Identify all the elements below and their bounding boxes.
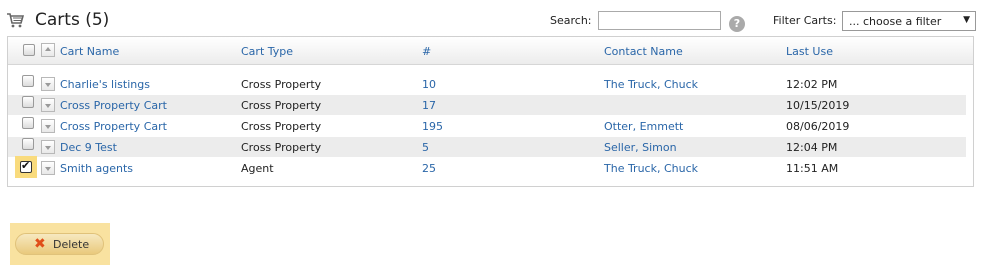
cart-count-link[interactable]: 10: [422, 78, 436, 91]
cart-type: Cross Property: [241, 78, 322, 91]
row-checkbox[interactable]: [20, 159, 32, 173]
cart-count-link[interactable]: 25: [422, 162, 436, 175]
cart-icon: [7, 13, 24, 28]
row-menu-button[interactable]: [41, 77, 55, 91]
cart-type: Cross Property: [241, 99, 322, 112]
table-row: Cross Property Cart Cross Property 17 10…: [8, 95, 966, 115]
contact-name-link[interactable]: Seller, Simon: [604, 141, 677, 154]
last-use: 08/06/2019: [786, 120, 850, 133]
delete-button[interactable]: ✖ Delete: [15, 233, 104, 255]
delete-highlight: ✖ Delete: [10, 223, 110, 265]
select-all-checkbox[interactable]: [23, 44, 35, 56]
table-row: Smith agents Agent 25 The Truck, Chuck 1…: [8, 156, 966, 178]
contact-name-link[interactable]: The Truck, Chuck: [604, 78, 698, 91]
cart-name-link[interactable]: Dec 9 Test: [60, 141, 117, 154]
row-menu-button[interactable]: [41, 161, 55, 175]
cart-name-link[interactable]: Smith agents: [60, 162, 133, 175]
table-row: Dec 9 Test Cross Property 5 Seller, Simo…: [8, 137, 966, 157]
row-menu-button[interactable]: [41, 98, 55, 112]
cart-name-link[interactable]: Cross Property Cart: [60, 99, 167, 112]
sort-toggle-button[interactable]: [41, 43, 55, 57]
toolbar: Carts (5) Search: ? Filter Carts: ... ch…: [0, 0, 993, 36]
last-use: 10/15/2019: [786, 99, 850, 112]
cart-type: Cross Property: [241, 141, 322, 154]
help-icon[interactable]: ?: [729, 16, 745, 32]
column-header-last-use[interactable]: Last Use: [786, 45, 833, 58]
cart-type: Agent: [241, 162, 274, 175]
table-header: Cart Name Cart Type # Contact Name Last …: [8, 37, 973, 65]
chevron-down-icon: ▼: [963, 15, 970, 25]
column-header-count[interactable]: #: [422, 45, 431, 58]
search-input[interactable]: [598, 11, 721, 30]
cart-count-link[interactable]: 195: [422, 120, 443, 133]
contact-name-link[interactable]: Otter, Emmett: [604, 120, 683, 133]
page-title: Carts (5): [35, 10, 110, 30]
close-icon: ✖: [34, 236, 46, 252]
filter-label: Filter Carts:: [773, 14, 837, 27]
row-menu-button[interactable]: [41, 140, 55, 154]
cart-count-link[interactable]: 5: [422, 141, 429, 154]
column-header-cart-type[interactable]: Cart Type: [241, 45, 293, 58]
search-label: Search:: [550, 14, 592, 27]
contact-name-link[interactable]: The Truck, Chuck: [604, 162, 698, 175]
last-use: 12:04 PM: [786, 141, 838, 154]
cart-type: Cross Property: [241, 120, 322, 133]
cart-count-link[interactable]: 17: [422, 99, 436, 112]
row-checkbox[interactable]: [22, 96, 34, 108]
filter-selected-value: ... choose a filter: [849, 15, 942, 28]
filter-select[interactable]: ... choose a filter ▼: [842, 11, 976, 31]
table-row: Charlie's listings Cross Property 10 The…: [8, 74, 966, 94]
row-checkbox[interactable]: [22, 75, 34, 87]
column-header-cart-name[interactable]: Cart Name: [60, 45, 119, 58]
carts-table: Cart Name Cart Type # Contact Name Last …: [7, 36, 974, 187]
delete-label: Delete: [53, 238, 90, 251]
row-checkbox[interactable]: [22, 138, 34, 150]
row-menu-button[interactable]: [41, 119, 55, 133]
table-row: Cross Property Cart Cross Property 195 O…: [8, 116, 966, 136]
cart-name-link[interactable]: Cross Property Cart: [60, 120, 167, 133]
last-use: 12:02 PM: [786, 78, 838, 91]
column-header-contact-name[interactable]: Contact Name: [604, 45, 683, 58]
cart-name-link[interactable]: Charlie's listings: [60, 78, 150, 91]
row-checkbox[interactable]: [22, 117, 34, 129]
last-use: 11:51 AM: [786, 162, 839, 175]
